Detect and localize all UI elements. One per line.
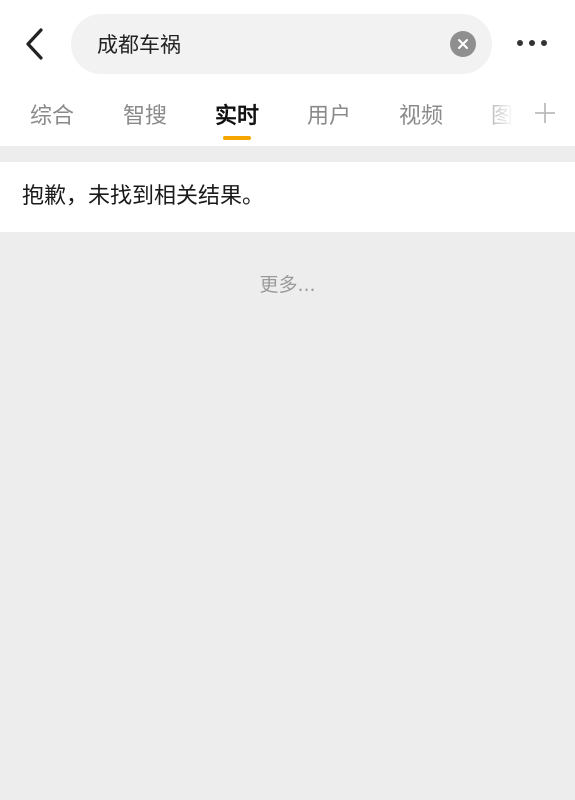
plus-icon (535, 103, 555, 123)
more-dots-icon (541, 40, 547, 46)
more-link[interactable]: 更多... (0, 270, 575, 297)
section-divider (0, 146, 575, 162)
clear-icon (458, 39, 468, 49)
tab-comprehensive[interactable]: 综合 (15, 92, 89, 142)
more-options-button[interactable] (508, 28, 556, 58)
add-tab-button[interactable] (530, 98, 560, 128)
tab-videos[interactable]: 视频 (384, 92, 458, 142)
clear-search-button[interactable] (450, 31, 476, 57)
more-dots-icon (529, 40, 535, 46)
search-box[interactable] (71, 14, 492, 74)
back-button[interactable] (14, 22, 54, 66)
more-dots-icon (517, 40, 523, 46)
no-results-message: 抱歉，未找到相关结果。 (22, 184, 265, 209)
tab-images[interactable]: 图 (465, 92, 539, 142)
chevron-left-icon (26, 28, 43, 60)
tab-smart-search[interactable]: 智搜 (108, 92, 182, 142)
top-header: 综合 智搜 实时 用户 视频 图 (0, 0, 575, 146)
empty-result-bar: 抱歉，未找到相关结果。 (0, 162, 575, 232)
tab-realtime[interactable]: 实时 (200, 92, 274, 142)
search-input[interactable] (97, 14, 437, 74)
search-tabs: 综合 智搜 实时 用户 视频 图 (0, 92, 575, 146)
active-tab-indicator (223, 136, 251, 140)
tab-users[interactable]: 用户 (292, 92, 366, 142)
